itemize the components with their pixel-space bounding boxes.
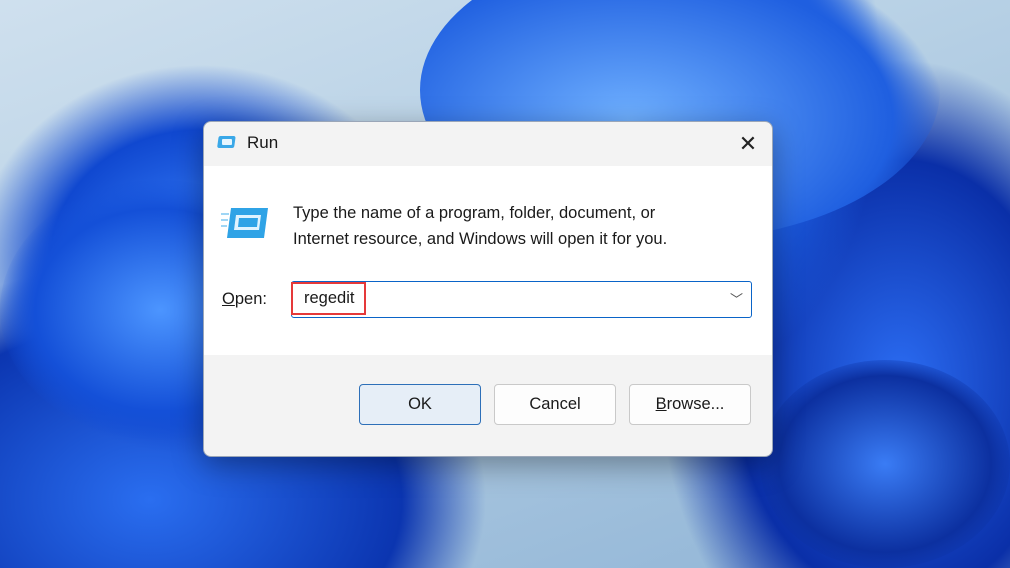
description-line-1: Type the name of a program, folder, docu… [293, 204, 656, 222]
close-button[interactable]: ✕ [724, 122, 772, 166]
browse-accelerator: B [655, 395, 667, 413]
description-line-2: Internet resource, and Windows will open… [293, 230, 668, 248]
run-dialog: Run ✕ Type the name of a program, folder… [203, 121, 773, 457]
browse-label: rowse... [666, 395, 725, 413]
open-label-accelerator: O [222, 290, 235, 308]
wallpaper-petal [760, 360, 1010, 568]
open-label: Open: [222, 290, 267, 309]
cancel-button[interactable]: Cancel [494, 384, 616, 425]
chevron-down-icon[interactable]: ﹀ [730, 289, 743, 308]
open-label-text: pen: [234, 290, 267, 308]
dialog-body: Type the name of a program, folder, docu… [204, 166, 772, 355]
dialog-description: Type the name of a program, folder, docu… [293, 200, 753, 252]
ok-button[interactable]: OK [359, 384, 481, 425]
open-input-value[interactable]: regedit [304, 289, 354, 308]
browse-button[interactable]: Browse... [629, 384, 751, 425]
dialog-title: Run [247, 133, 279, 152]
open-combobox[interactable]: regedit ﹀ [291, 281, 752, 318]
run-icon [221, 208, 268, 238]
run-app-icon [217, 136, 236, 148]
close-icon: ✕ [738, 131, 758, 156]
title-bar: Run ✕ [204, 122, 772, 166]
